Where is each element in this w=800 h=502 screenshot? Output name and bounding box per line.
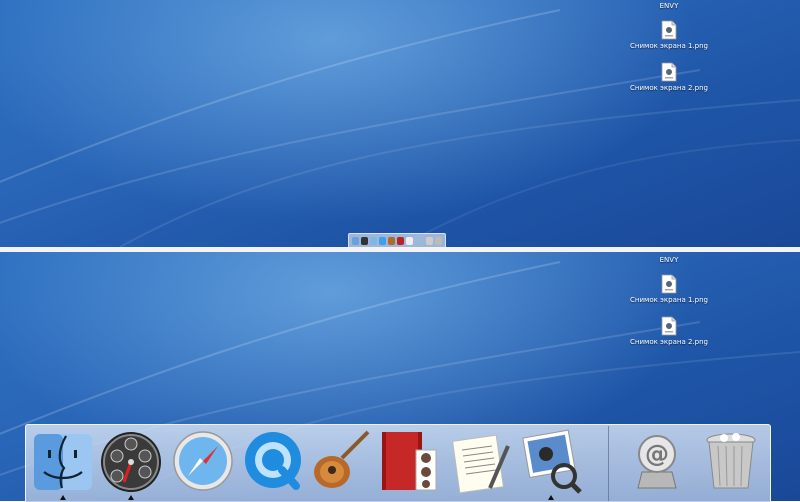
mini-quicktime-icon[interactable] [379, 237, 386, 245]
png-file-icon [661, 62, 677, 82]
mini-dashboard-icon[interactable] [361, 237, 368, 245]
file-label: Снимок экрана 1.png [630, 296, 708, 304]
dashboard-icon[interactable] [98, 428, 164, 494]
finder-running-indicator [60, 495, 66, 500]
desktop-file-2[interactable]: Снимок экрана 2.png [624, 62, 714, 93]
mini-dock[interactable] [348, 233, 446, 247]
mini-garageband-icon[interactable] [388, 237, 395, 245]
quicktime-icon[interactable] [240, 428, 306, 494]
safari-icon[interactable] [170, 428, 236, 494]
trash-icon[interactable] [698, 428, 764, 494]
desktop-volume-envy[interactable]: ENVY [624, 2, 714, 11]
mini-trash-icon[interactable] [435, 237, 442, 245]
volume-label: ENVY [659, 2, 679, 10]
desktop-volume-envy[interactable]: ENVY [624, 256, 714, 265]
png-file-icon [661, 274, 677, 294]
at-sign-icon[interactable]: @ [624, 428, 690, 494]
garageband-icon[interactable] [308, 428, 374, 494]
desktop-file-1[interactable]: Снимок экрана 1.png [624, 274, 714, 305]
file-label: Снимок экрана 1.png [630, 42, 708, 50]
mini-safari-icon[interactable] [370, 237, 377, 245]
mini-at-sign-icon[interactable] [426, 237, 433, 245]
png-file-icon [661, 20, 677, 40]
preview-running-indicator [548, 495, 554, 500]
photo-booth-icon[interactable] [376, 428, 442, 494]
mini-textedit-icon[interactable] [406, 237, 413, 245]
desktop-panel-top: ENVY Снимок экрана 1.png Снимок экрана 2… [0, 0, 800, 247]
png-file-icon [661, 316, 677, 336]
file-label: Снимок экрана 2.png [630, 84, 708, 92]
svg-text:@: @ [645, 440, 669, 468]
dock-separator [608, 426, 609, 501]
textedit-icon[interactable] [448, 428, 514, 494]
desktop-file-1[interactable]: Снимок экрана 1.png [624, 20, 714, 51]
finder-icon[interactable] [30, 428, 96, 494]
preview-icon[interactable] [518, 428, 584, 494]
mini-finder-icon[interactable] [352, 237, 359, 245]
file-label: Снимок экрана 2.png [630, 338, 708, 346]
mini-photo-booth-icon[interactable] [397, 237, 404, 245]
desktop-file-2[interactable]: Снимок экрана 2.png [624, 316, 714, 347]
mini-preview-icon[interactable] [415, 237, 422, 245]
volume-label: ENVY [659, 256, 679, 264]
dashboard-running-indicator [128, 495, 134, 500]
